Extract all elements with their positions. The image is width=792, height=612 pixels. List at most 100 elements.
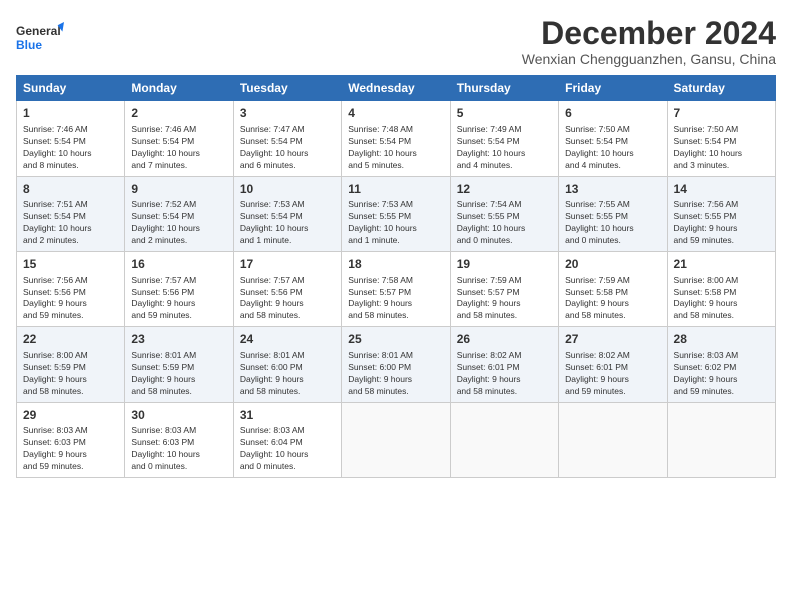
day-number: 24 (240, 331, 335, 348)
subtitle: Wenxian Chengguanzhen, Gansu, China (522, 51, 776, 67)
day-number: 11 (348, 181, 443, 198)
day-info: Sunrise: 7:54 AM Sunset: 5:55 PM Dayligh… (457, 199, 552, 247)
day-info: Sunrise: 7:56 AM Sunset: 5:55 PM Dayligh… (674, 199, 769, 247)
logo-icon: General Blue (16, 16, 64, 60)
calendar-cell: 24 Sunrise: 8:01 AM Sunset: 6:00 PM Dayli… (233, 327, 341, 402)
day-number: 16 (131, 256, 226, 273)
day-number: 29 (23, 407, 118, 424)
column-header-monday: Monday (125, 76, 233, 101)
calendar-cell: 1 Sunrise: 7:46 AM Sunset: 5:54 PM Daylig… (17, 101, 125, 176)
day-info: Sunrise: 7:48 AM Sunset: 5:54 PM Dayligh… (348, 124, 443, 172)
day-number: 10 (240, 181, 335, 198)
day-number: 30 (131, 407, 226, 424)
calendar-cell (342, 402, 450, 477)
day-info: Sunrise: 7:46 AM Sunset: 5:54 PM Dayligh… (23, 124, 118, 172)
day-info: Sunrise: 8:01 AM Sunset: 5:59 PM Dayligh… (131, 350, 226, 398)
calendar-cell: 17 Sunrise: 7:57 AM Sunset: 5:56 PM Dayli… (233, 251, 341, 326)
calendar-cell: 27 Sunrise: 8:02 AM Sunset: 6:01 PM Dayli… (559, 327, 667, 402)
day-info: Sunrise: 8:03 AM Sunset: 6:04 PM Dayligh… (240, 425, 335, 473)
calendar-cell: 13Sunrise: 7:55 AM Sunset: 5:55 PM Dayli… (559, 176, 667, 251)
calendar-cell: 15 Sunrise: 7:56 AM Sunset: 5:56 PM Dayli… (17, 251, 125, 326)
day-info: Sunrise: 7:57 AM Sunset: 5:56 PM Dayligh… (131, 275, 226, 323)
day-number: 27 (565, 331, 660, 348)
calendar-cell: 11Sunrise: 7:53 AM Sunset: 5:55 PM Dayli… (342, 176, 450, 251)
day-info: Sunrise: 7:50 AM Sunset: 5:54 PM Dayligh… (674, 124, 769, 172)
calendar-cell: 4 Sunrise: 7:48 AM Sunset: 5:54 PM Daylig… (342, 101, 450, 176)
column-header-thursday: Thursday (450, 76, 558, 101)
calendar-cell: 5Sunrise: 7:49 AM Sunset: 5:54 PM Daylig… (450, 101, 558, 176)
day-info: Sunrise: 8:02 AM Sunset: 6:01 PM Dayligh… (457, 350, 552, 398)
day-number: 2 (131, 105, 226, 122)
calendar-cell: 8Sunrise: 7:51 AM Sunset: 5:54 PM Daylig… (17, 176, 125, 251)
day-number: 28 (674, 331, 769, 348)
column-header-saturday: Saturday (667, 76, 775, 101)
logo: General Blue (16, 16, 64, 60)
calendar-cell (450, 402, 558, 477)
column-header-sunday: Sunday (17, 76, 125, 101)
calendar-cell: 2 Sunrise: 7:46 AM Sunset: 5:54 PM Daylig… (125, 101, 233, 176)
calendar-cell: 7 Sunrise: 7:50 AM Sunset: 5:54 PM Daylig… (667, 101, 775, 176)
calendar-container: General Blue December 2024 Wenxian Cheng… (0, 0, 792, 488)
calendar-cell: 18Sunrise: 7:58 AM Sunset: 5:57 PM Dayli… (342, 251, 450, 326)
calendar-cell: 22Sunrise: 8:00 AM Sunset: 5:59 PM Dayli… (17, 327, 125, 402)
day-info: Sunrise: 7:59 AM Sunset: 5:57 PM Dayligh… (457, 275, 552, 323)
calendar-cell: 9Sunrise: 7:52 AM Sunset: 5:54 PM Daylig… (125, 176, 233, 251)
day-info: Sunrise: 7:50 AM Sunset: 5:54 PM Dayligh… (565, 124, 660, 172)
day-number: 15 (23, 256, 118, 273)
day-number: 12 (457, 181, 552, 198)
day-number: 6 (565, 105, 660, 122)
day-number: 7 (674, 105, 769, 122)
day-number: 13 (565, 181, 660, 198)
calendar-cell: 25Sunrise: 8:01 AM Sunset: 6:00 PM Dayli… (342, 327, 450, 402)
day-number: 23 (131, 331, 226, 348)
day-number: 1 (23, 105, 118, 122)
svg-text:General: General (16, 24, 61, 38)
calendar-cell: 21 Sunrise: 8:00 AM Sunset: 5:58 PM Dayli… (667, 251, 775, 326)
month-title: December 2024 (522, 16, 776, 51)
day-info: Sunrise: 7:52 AM Sunset: 5:54 PM Dayligh… (131, 199, 226, 247)
calendar-cell: 26Sunrise: 8:02 AM Sunset: 6:01 PM Dayli… (450, 327, 558, 402)
day-info: Sunrise: 8:01 AM Sunset: 6:00 PM Dayligh… (240, 350, 335, 398)
calendar-cell (667, 402, 775, 477)
day-number: 4 (348, 105, 443, 122)
day-number: 22 (23, 331, 118, 348)
day-number: 25 (348, 331, 443, 348)
calendar-cell: 29Sunrise: 8:03 AM Sunset: 6:03 PM Dayli… (17, 402, 125, 477)
day-info: Sunrise: 8:03 AM Sunset: 6:03 PM Dayligh… (131, 425, 226, 473)
day-info: Sunrise: 7:53 AM Sunset: 5:55 PM Dayligh… (348, 199, 443, 247)
calendar-cell: 19 Sunrise: 7:59 AM Sunset: 5:57 PM Dayli… (450, 251, 558, 326)
day-info: Sunrise: 8:00 AM Sunset: 5:58 PM Dayligh… (674, 275, 769, 323)
svg-text:Blue: Blue (16, 38, 42, 52)
day-info: Sunrise: 7:57 AM Sunset: 5:56 PM Dayligh… (240, 275, 335, 323)
day-info: Sunrise: 7:46 AM Sunset: 5:54 PM Dayligh… (131, 124, 226, 172)
day-number: 3 (240, 105, 335, 122)
day-number: 18 (348, 256, 443, 273)
day-info: Sunrise: 8:03 AM Sunset: 6:02 PM Dayligh… (674, 350, 769, 398)
calendar-cell: 14Sunrise: 7:56 AM Sunset: 5:55 PM Dayli… (667, 176, 775, 251)
calendar-cell: 3 Sunrise: 7:47 AM Sunset: 5:54 PM Daylig… (233, 101, 341, 176)
day-info: Sunrise: 7:51 AM Sunset: 5:54 PM Dayligh… (23, 199, 118, 247)
calendar-table: SundayMondayTuesdayWednesdayThursdayFrid… (16, 75, 776, 478)
day-number: 20 (565, 256, 660, 273)
day-number: 9 (131, 181, 226, 198)
day-info: Sunrise: 7:56 AM Sunset: 5:56 PM Dayligh… (23, 275, 118, 323)
calendar-cell: 16 Sunrise: 7:57 AM Sunset: 5:56 PM Dayli… (125, 251, 233, 326)
day-number: 8 (23, 181, 118, 198)
day-info: Sunrise: 7:47 AM Sunset: 5:54 PM Dayligh… (240, 124, 335, 172)
day-number: 14 (674, 181, 769, 198)
header-row: General Blue December 2024 Wenxian Cheng… (16, 16, 776, 67)
day-info: Sunrise: 7:59 AM Sunset: 5:58 PM Dayligh… (565, 275, 660, 323)
day-number: 17 (240, 256, 335, 273)
calendar-cell: 30Sunrise: 8:03 AM Sunset: 6:03 PM Dayli… (125, 402, 233, 477)
calendar-cell: 12Sunrise: 7:54 AM Sunset: 5:55 PM Dayli… (450, 176, 558, 251)
day-number: 19 (457, 256, 552, 273)
calendar-cell: 10Sunrise: 7:53 AM Sunset: 5:54 PM Dayli… (233, 176, 341, 251)
day-info: Sunrise: 8:02 AM Sunset: 6:01 PM Dayligh… (565, 350, 660, 398)
day-info: Sunrise: 7:53 AM Sunset: 5:54 PM Dayligh… (240, 199, 335, 247)
calendar-cell: 23 Sunrise: 8:01 AM Sunset: 5:59 PM Dayli… (125, 327, 233, 402)
day-number: 31 (240, 407, 335, 424)
calendar-cell (559, 402, 667, 477)
column-header-friday: Friday (559, 76, 667, 101)
day-number: 21 (674, 256, 769, 273)
calendar-cell: 6 Sunrise: 7:50 AM Sunset: 5:54 PM Daylig… (559, 101, 667, 176)
